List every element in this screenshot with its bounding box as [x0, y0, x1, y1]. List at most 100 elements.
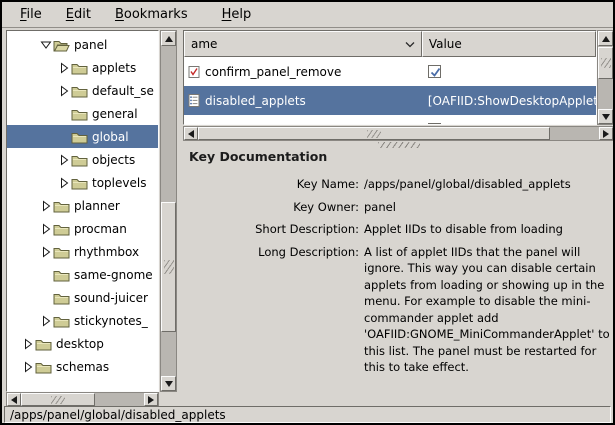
folder-icon: [53, 268, 70, 282]
expander-closed-icon[interactable]: [39, 314, 53, 328]
config-tree: panel applets default_se general global …: [6, 30, 159, 392]
pane-splitter[interactable]: [183, 141, 615, 148]
expander-spacer: [57, 130, 71, 144]
tree-item-desktop[interactable]: desktop: [7, 332, 158, 355]
scrollbar-thumb[interactable]: [21, 393, 95, 406]
bool-key-icon: [188, 123, 200, 126]
scroll-up-button[interactable]: [161, 31, 176, 46]
list-key-icon: [188, 94, 200, 108]
column-value-label: Value: [429, 37, 462, 51]
expander-spacer: [39, 268, 53, 282]
doc-field-short-description: Short Description: Applet IIDs to disabl…: [187, 221, 613, 238]
tree-item-rhythmbox[interactable]: rhythmbox: [7, 240, 158, 263]
value-checkbox-unchecked[interactable]: [428, 123, 441, 125]
gconf-editor-window: File Edit Bookmarks Help panel applets d…: [0, 0, 615, 425]
docs-section-title: Key Documentation: [189, 149, 327, 164]
folder-icon: [35, 337, 52, 351]
expander-open-icon[interactable]: [39, 38, 53, 52]
tree-item-label: default_se: [92, 84, 154, 98]
key-name-label: confirm_panel_remove: [205, 65, 341, 79]
tree-item-label: procman: [74, 222, 127, 236]
key-table: ame Value confirm_panel_remove disabled_…: [183, 30, 597, 125]
scroll-left-button[interactable]: [7, 393, 21, 406]
statusbar: /apps/panel/global/disabled_applets: [4, 406, 611, 423]
statusbar-key-path: /apps/panel/global/disabled_applets: [10, 408, 226, 422]
tree-item-panel[interactable]: panel: [7, 33, 158, 56]
bool-key-icon: [188, 65, 200, 79]
value-checkbox-checked[interactable]: [428, 65, 441, 78]
expander-closed-icon[interactable]: [21, 337, 35, 351]
tree-item-label: toplevels: [92, 176, 146, 190]
expander-closed-icon[interactable]: [57, 84, 71, 98]
scroll-up-button[interactable]: [598, 31, 613, 46]
scrollbar-thumb[interactable]: [161, 202, 176, 332]
expander-closed-icon[interactable]: [39, 222, 53, 236]
tree-item-label: stickynotes_: [74, 314, 148, 328]
tree-item-schemas[interactable]: schemas: [7, 355, 158, 378]
expander-closed-icon[interactable]: [39, 199, 53, 213]
tree-item-same-gnome[interactable]: same-gnome: [7, 263, 158, 286]
scrollbar-thumb[interactable]: [598, 47, 613, 79]
scroll-left-button[interactable]: [184, 127, 198, 140]
tree-item-label: same-gnome: [74, 268, 153, 282]
tree-item-objects[interactable]: objects: [7, 148, 158, 171]
key-name-field-value: /apps/panel/global/disabled_applets: [364, 176, 610, 193]
scroll-right-button[interactable]: [599, 127, 613, 140]
tree-item-global[interactable]: global: [7, 125, 158, 148]
folder-icon: [53, 245, 70, 259]
tree-item-general[interactable]: general: [7, 102, 158, 125]
key-name-label: disabled_applets: [205, 94, 306, 108]
doc-field-key-name: Key Name: /apps/panel/global/disabled_ap…: [187, 176, 613, 193]
tree-item-applets[interactable]: applets: [7, 56, 158, 79]
column-header-value[interactable]: Value: [422, 31, 596, 57]
expander-closed-icon[interactable]: [57, 61, 71, 75]
docs-pane: Key Name: /apps/panel/global/disabled_ap…: [187, 176, 613, 382]
table-row-disabled-applets[interactable]: disabled_applets [OAFIID:ShowDesktopAppl…: [184, 86, 596, 115]
tree-item-label: desktop: [56, 337, 104, 351]
scrollbar-thumb[interactable]: [198, 127, 550, 140]
folder-icon: [71, 107, 88, 121]
expander-closed-icon[interactable]: [21, 360, 35, 374]
tree-item-stickynotes[interactable]: stickynotes_: [7, 309, 158, 332]
table-row-disable-force-quit[interactable]: disable_force_quit: [184, 115, 596, 125]
tree-item-sound-juicer[interactable]: sound-juicer: [7, 286, 158, 309]
tree-item-label: applets: [92, 61, 136, 75]
column-header-name[interactable]: ame: [184, 31, 422, 57]
menu-file[interactable]: File: [12, 4, 50, 25]
menu-help[interactable]: Help: [214, 4, 260, 25]
doc-field-long-description: Long Description: A list of applet IIDs …: [187, 244, 613, 376]
tree-item-label: rhythmbox: [74, 245, 139, 259]
tree-item-toplevels[interactable]: toplevels: [7, 171, 158, 194]
tree-item-default-setup[interactable]: default_se: [7, 79, 158, 102]
table-vertical-scrollbar: [597, 30, 614, 125]
expander-closed-icon[interactable]: [39, 245, 53, 259]
table-row-confirm-panel-remove[interactable]: confirm_panel_remove: [184, 57, 596, 86]
column-name-label: ame: [191, 37, 217, 51]
scroll-right-button[interactable]: [144, 393, 158, 406]
folder-icon: [53, 291, 70, 305]
tree-item-label: global: [92, 130, 129, 144]
tree-item-label: general: [92, 107, 138, 121]
scroll-down-button[interactable]: [161, 376, 176, 391]
tree-item-label: objects: [92, 153, 135, 167]
splitter-grip-icon: [378, 142, 420, 148]
menu-bookmarks[interactable]: Bookmarks: [107, 4, 196, 25]
key-owner-field-value: panel: [364, 199, 610, 216]
expander-spacer: [39, 291, 53, 305]
expander-closed-icon[interactable]: [57, 176, 71, 190]
folder-icon: [71, 153, 88, 167]
tree-item-label: sound-juicer: [74, 291, 148, 305]
tree-item-label: schemas: [56, 360, 109, 374]
sort-indicator-icon: [405, 41, 415, 48]
folder-icon: [71, 61, 88, 75]
short-description-field-value: Applet IIDs to disable from loading: [364, 221, 610, 238]
doc-field-key-owner: Key Owner: panel: [187, 199, 613, 216]
folder-icon: [71, 130, 88, 144]
menu-edit[interactable]: Edit: [58, 4, 99, 25]
tree-item-planner[interactable]: planner: [7, 194, 158, 217]
expander-closed-icon[interactable]: [57, 153, 71, 167]
folder-icon: [71, 84, 88, 98]
folder-icon: [53, 314, 70, 328]
tree-item-procman[interactable]: procman: [7, 217, 158, 240]
scroll-down-button[interactable]: [598, 109, 613, 124]
